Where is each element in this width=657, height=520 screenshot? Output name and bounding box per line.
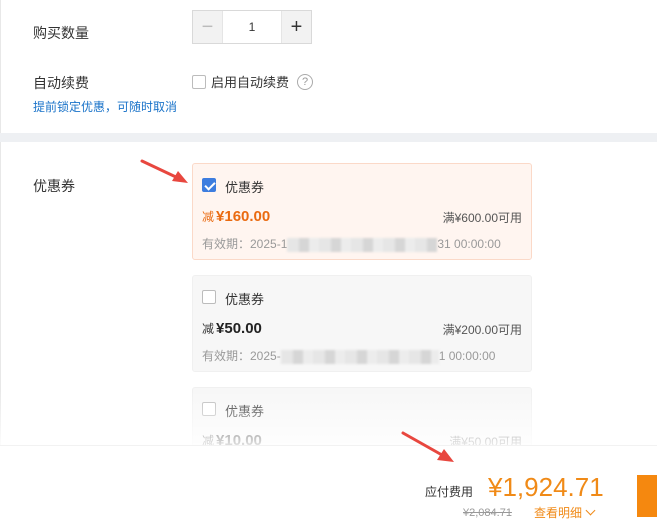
pay-button[interactable] [637,475,657,517]
coupon-checkbox[interactable] [202,290,216,304]
coupon-discount: 减 ¥160.00 [202,208,270,225]
auto-renew-option[interactable]: 启用自动续费 ? [192,72,314,91]
validity-end: 31 00:00:00 [437,237,501,251]
validity-start: 有效期：2025-1 [202,237,288,251]
auto-renew-checkbox-label[interactable]: 启用自动续费 [211,72,289,91]
help-icon[interactable]: ? [297,73,314,90]
payable-amount: ¥1,924.71 [488,472,604,502]
quantity-stepper[interactable]: − 1 + [192,10,312,44]
order-footer: 应付费用 ¥1,924.71 ¥2,084.71 查看明细 [0,445,657,520]
discount-amount: ¥160.00 [216,208,271,225]
quantity-input[interactable]: 1 [223,11,281,43]
coupon-validity: 有效期：2025- 1 00:00:00 [202,347,495,364]
view-details-link[interactable]: 查看明细 [534,504,596,520]
validity-start: 有效期：2025- [202,349,281,363]
purchase-panel: 购买数量 − 1 + 自动续费 提前锁定优惠，可随时取消 启用自动续费 ? [0,0,657,133]
decrease-quantity-button[interactable]: − [193,11,223,43]
coupon-checkbox[interactable] [202,402,216,416]
validity-end: 1 00:00:00 [438,349,496,363]
section-divider [0,133,657,142]
auto-renew-checkbox[interactable] [192,74,206,89]
coupon-name: 优惠券 [225,292,265,307]
auto-renew-label: 自动续费 [33,75,89,91]
redacted-date-blur [287,237,438,252]
coupon-name: 优惠券 [225,180,265,195]
discount-amount: ¥50.00 [216,320,262,337]
coupon-section-label: 优惠券 [33,178,75,194]
chevron-down-icon[interactable] [585,505,596,516]
annotation-arrow-icon [401,431,454,462]
annotation-arrow-icon [140,159,188,183]
increase-quantity-button[interactable]: + [281,11,311,43]
coupon-discount: 减 ¥50.00 [202,320,262,337]
coupon-card[interactable]: 优惠券 减 ¥50.00 满¥200.00可用 有效期：2025- 1 00:00:… [192,275,532,372]
view-details-label[interactable]: 查看明细 [534,504,582,520]
coupon-name: 优惠券 [225,404,265,419]
quantity-label: 购买数量 [33,25,89,41]
payable-label: 应付费用 [425,485,474,499]
discount-prefix: 减 [202,210,215,224]
coupon-condition: 满¥200.00可用 [442,323,522,337]
coupon-card[interactable]: 优惠券 减 ¥160.00 满¥600.00可用 有效期：2025-1 31 00:… [192,163,532,260]
auto-renew-hint-link[interactable]: 提前锁定优惠，可随时取消 [33,98,177,115]
redacted-date-blur [280,349,439,364]
discount-prefix: 减 [202,322,215,336]
original-price: ¥2,084.71 [463,507,512,519]
coupon-checkbox[interactable] [202,178,216,192]
coupon-validity: 有效期：2025-1 31 00:00:00 [202,235,501,252]
coupon-condition: 满¥600.00可用 [442,211,522,225]
